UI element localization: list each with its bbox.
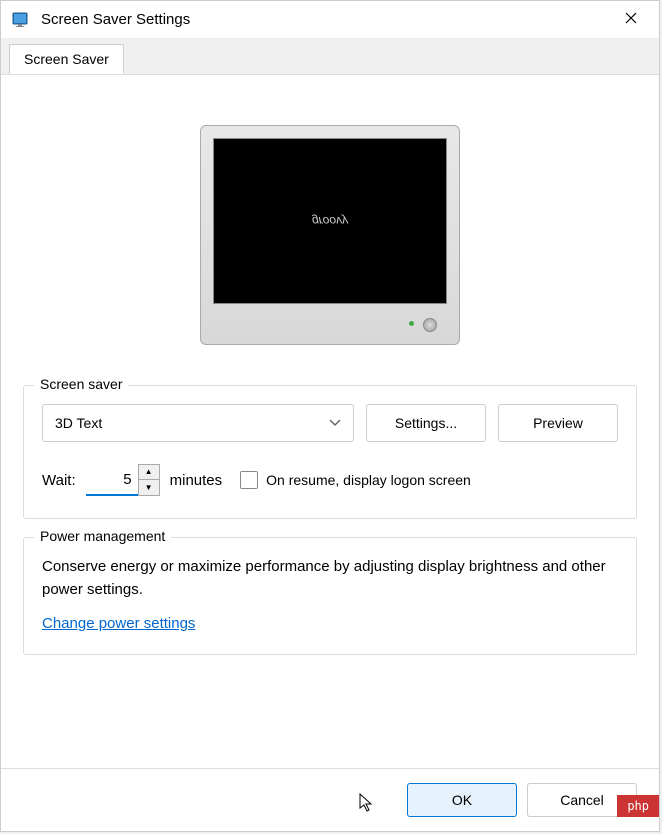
- power-fieldset: Power management Conserve energy or maxi…: [23, 537, 637, 655]
- spinner-up-button[interactable]: ▲: [139, 465, 159, 480]
- preview-button-label: Preview: [533, 415, 583, 431]
- screensaver-row-1: 3D Text Settings... Preview: [42, 404, 618, 442]
- tab-screensaver[interactable]: Screen Saver: [9, 44, 124, 74]
- resume-checkbox[interactable]: [240, 471, 258, 489]
- monitor-power-icon: [423, 318, 437, 332]
- wait-label: Wait:: [42, 472, 76, 489]
- cursor-icon: [359, 793, 375, 816]
- close-icon: [625, 11, 637, 29]
- screensaver-row-2: Wait: ▲ ▼ minutes On resume, di: [42, 464, 618, 496]
- spinner-down-button[interactable]: ▼: [139, 480, 159, 495]
- power-legend: Power management: [34, 528, 171, 544]
- tab-label: Screen Saver: [24, 51, 109, 67]
- spinner-buttons: ▲ ▼: [138, 464, 160, 496]
- wait-spinner: ▲ ▼: [86, 464, 160, 496]
- screensaver-legend: Screen saver: [34, 376, 128, 392]
- screensaver-icon: [11, 10, 31, 30]
- dialog-footer: OK Cancel php: [1, 768, 659, 831]
- chevron-down-icon: [329, 416, 341, 430]
- watermark-text: php: [627, 799, 649, 813]
- watermark-badge: php: [617, 795, 659, 817]
- screensaver-fieldset: Screen saver 3D Text Settings... Preview…: [23, 385, 637, 519]
- preview-button[interactable]: Preview: [498, 404, 618, 442]
- screensaver-selected-value: 3D Text: [55, 415, 102, 431]
- minutes-label: minutes: [170, 472, 223, 489]
- power-description: Conserve energy or maximize performance …: [42, 556, 618, 601]
- titlebar: Screen Saver Settings: [1, 1, 659, 39]
- window-title: Screen Saver Settings: [41, 11, 613, 28]
- wait-input[interactable]: [86, 464, 138, 496]
- screensaver-select[interactable]: 3D Text: [42, 404, 354, 442]
- monitor-preview-area: groovy: [23, 125, 637, 345]
- monitor-led-icon: [409, 321, 414, 326]
- cancel-button-label: Cancel: [560, 792, 604, 808]
- preview-text: groovy: [312, 214, 348, 228]
- ok-button-label: OK: [452, 792, 472, 808]
- resume-checkbox-wrap[interactable]: On resume, display logon screen: [240, 471, 471, 489]
- tab-strip: Screen Saver: [1, 39, 659, 75]
- ok-button[interactable]: OK: [407, 783, 517, 817]
- settings-button-label: Settings...: [395, 415, 457, 431]
- tab-content: groovy Screen saver 3D Text Settings...: [1, 75, 659, 768]
- triangle-down-icon: ▼: [145, 483, 153, 492]
- triangle-up-icon: ▲: [145, 467, 153, 476]
- monitor-frame: groovy: [200, 125, 460, 345]
- settings-button[interactable]: Settings...: [366, 404, 486, 442]
- change-power-link[interactable]: Change power settings: [42, 615, 195, 632]
- resume-label: On resume, display logon screen: [266, 472, 471, 488]
- monitor-screen: groovy: [213, 138, 447, 304]
- close-button[interactable]: [613, 6, 649, 34]
- change-power-link-label: Change power settings: [42, 615, 195, 632]
- dialog-window: Screen Saver Settings Screen Saver groov…: [0, 0, 660, 832]
